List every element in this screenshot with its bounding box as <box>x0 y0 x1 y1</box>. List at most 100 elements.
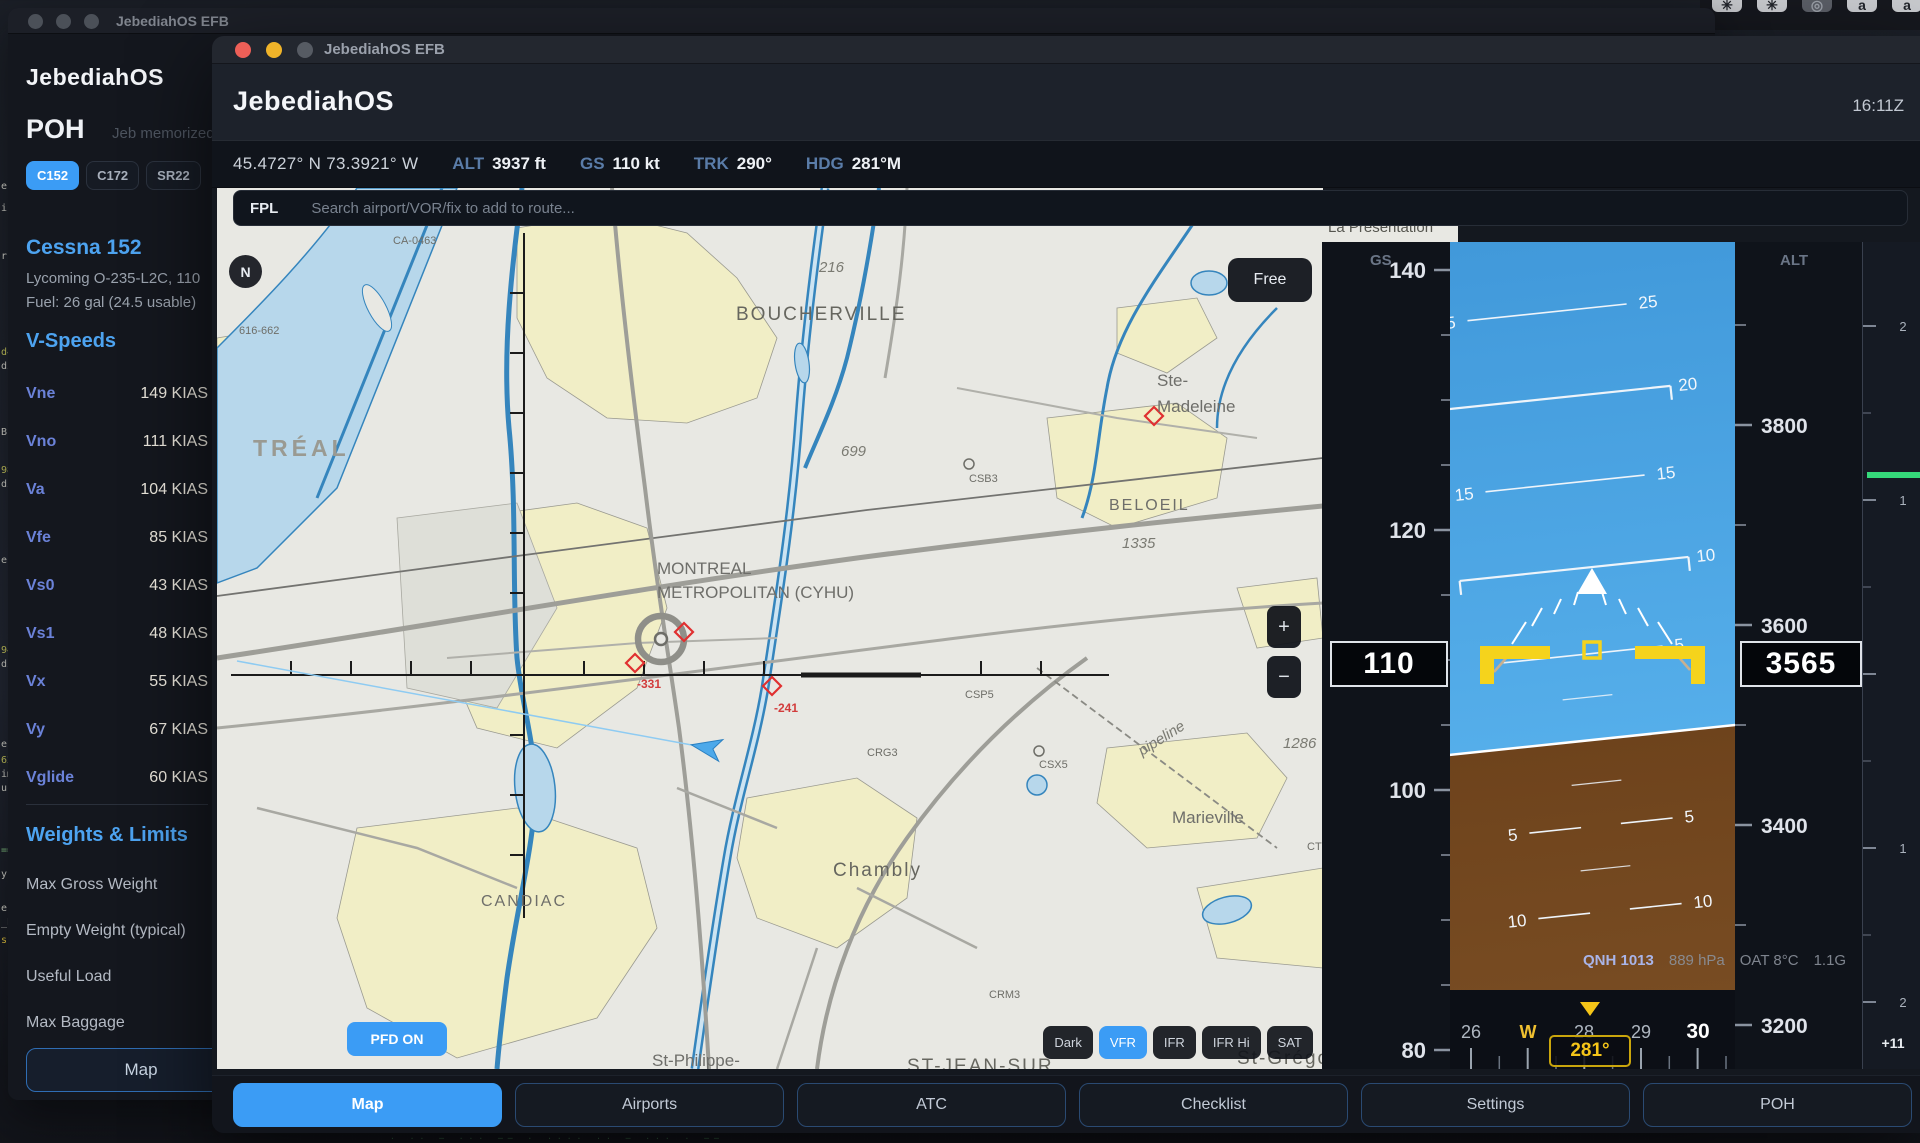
map-style-dark[interactable]: Dark <box>1043 1026 1092 1059</box>
svg-text:15: 15 <box>1454 484 1475 505</box>
maximize-icon[interactable] <box>297 42 313 58</box>
flight-status-bar: 45.4727° N 73.3921° W ALT3937 ft GS110 k… <box>212 140 1920 188</box>
vspeed-label: Vno <box>26 433 56 451</box>
free-mode-button[interactable]: Free <box>1228 258 1312 302</box>
maximize-icon[interactable] <box>84 14 99 29</box>
trk-label: TRK <box>694 154 729 174</box>
svg-text:2: 2 <box>1899 319 1906 334</box>
gs-value: 110 kt <box>613 154 660 174</box>
sidebar-map-button[interactable]: Map <box>26 1048 212 1092</box>
aircraft-tab-c172[interactable]: C172 <box>86 161 139 190</box>
vspeed-row: Va104 KIAS <box>26 466 208 514</box>
amazon-icon[interactable]: a <box>1892 0 1920 12</box>
map-style-ifr[interactable]: IFR <box>1153 1026 1196 1059</box>
pfd-toggle-button[interactable]: PFD ON <box>347 1022 447 1056</box>
vspeed-label: Vs0 <box>26 577 54 595</box>
aircraft-name: Cessna 152 <box>26 236 142 260</box>
trk-value: 290° <box>737 154 772 174</box>
app-title: JebediahOS <box>26 64 164 91</box>
map-label: CA-0463 <box>393 235 436 247</box>
weights-title: Weights & Limits <box>26 824 188 847</box>
map-label: Madeleine <box>1157 397 1235 416</box>
vspeed-value: 43 KIAS <box>149 577 208 595</box>
vspeed-label: Vfe <box>26 529 51 547</box>
svg-text:25: 25 <box>1638 292 1659 313</box>
coordinates: 45.4727° N 73.3921° W <box>233 154 418 174</box>
svg-text:5: 5 <box>1507 825 1518 845</box>
map-label: Chambly <box>833 860 922 881</box>
svg-text:30: 30 <box>1686 1020 1709 1043</box>
map-label: Marieville <box>1172 808 1244 827</box>
svg-text:20: 20 <box>1677 374 1698 395</box>
minimize-icon[interactable] <box>56 14 71 29</box>
poh-subtitle: Jeb memorized <box>112 125 212 142</box>
tab-checklist[interactable]: Checklist <box>1079 1083 1348 1127</box>
page-title: JebediahOS <box>233 86 394 117</box>
openai-icon[interactable]: ✳ <box>1757 0 1787 12</box>
map-label: 699 <box>841 443 867 460</box>
zoom-in-button[interactable]: + <box>1267 606 1301 648</box>
close-icon[interactable] <box>235 42 251 58</box>
window-titlebar[interactable]: JebediahOS EFB <box>212 36 1920 64</box>
aircraft-selector: C152C172SR22 <box>26 161 212 190</box>
map-strip: La Présentation <box>1322 226 1458 242</box>
aircraft-tab-sr22[interactable]: SR22 <box>146 161 201 190</box>
map-label: BOUCHERVILLE <box>736 304 906 325</box>
svg-text:10: 10 <box>1695 545 1716 566</box>
vspeeds-title: V-Speeds <box>26 330 116 353</box>
tab-map[interactable]: Map <box>233 1083 502 1127</box>
map-style-vfr[interactable]: VFR <box>1099 1026 1147 1059</box>
map-label: La Présentation <box>1328 226 1433 236</box>
vspeed-row: Vfe85 KIAS <box>26 514 208 562</box>
map-style-ifr-hi[interactable]: IFR Hi <box>1202 1026 1261 1059</box>
north-compass-button[interactable]: N <box>229 255 262 288</box>
map-label: 216 <box>818 259 845 276</box>
vspeeds-table: Vne149 KIASVno111 KIASVa104 KIASVfe85 KI… <box>26 370 208 802</box>
zoom-out-button[interactable]: − <box>1267 656 1301 698</box>
route-search-input[interactable]: Search airport/VOR/fix to add to route..… <box>311 200 574 217</box>
map-label: -241 <box>774 701 798 715</box>
map-label: CSB3 <box>969 473 998 485</box>
close-icon[interactable] <box>28 14 43 29</box>
map-label: 616-662 <box>239 325 279 337</box>
tab-settings[interactable]: Settings <box>1361 1083 1630 1127</box>
fpl-search-bar[interactable]: FPL Search airport/VOR/fix to add to rou… <box>233 190 1908 226</box>
map-label: MONTREAL <box>657 559 751 578</box>
minimize-icon[interactable] <box>266 42 282 58</box>
app-header: JebediahOS 16:11Z <box>212 64 1920 140</box>
aircraft-tab-c152[interactable]: C152 <box>26 161 79 190</box>
svg-text:+11: +11 <box>1882 1035 1905 1051</box>
app-icon[interactable]: ◎ <box>1802 0 1832 12</box>
tab-atc[interactable]: ATC <box>797 1083 1066 1127</box>
map-label: 1335 <box>1122 535 1156 552</box>
tab-airports[interactable]: Airports <box>515 1083 784 1127</box>
svg-text:26: 26 <box>1461 1022 1481 1042</box>
background-window-titlebar[interactable]: JebediahOS EFB <box>8 8 1715 34</box>
window-title: JebediahOS EFB <box>324 41 445 58</box>
map-style-sat[interactable]: SAT <box>1267 1026 1313 1059</box>
map-label: BELOEIL <box>1109 497 1190 514</box>
openai-icon[interactable]: ✳ <box>1712 0 1742 12</box>
map-label: CSP5 <box>965 689 994 701</box>
vsi-tape: 2112+11 <box>1862 242 1920 1069</box>
svg-text:5: 5 <box>1684 807 1695 827</box>
amazon-icon[interactable]: a <box>1847 0 1877 12</box>
terminal-fragment: e <box>1 182 7 192</box>
terminal-fragment: s <box>1 936 7 946</box>
divider <box>26 804 208 805</box>
terminal-fragment: i <box>1 204 7 214</box>
map-label: CANDIAC <box>481 893 567 910</box>
vspeed-row: Vne149 KIAS <box>26 370 208 418</box>
map-label: -331 <box>637 677 661 691</box>
svg-text:3200: 3200 <box>1761 1015 1808 1038</box>
vspeed-row: Vno111 KIAS <box>26 418 208 466</box>
svg-text:10: 10 <box>1693 891 1714 912</box>
weight-row: Max Baggage <box>26 1000 208 1046</box>
map-label: CRG3 <box>867 747 898 759</box>
oat: OAT 8°C <box>1740 952 1799 969</box>
vspeed-value: 104 KIAS <box>140 481 208 499</box>
efb-window[interactable]: JebediahOS EFB JebediahOS 16:11Z 45.4727… <box>212 36 1920 1133</box>
tab-poh[interactable]: POH <box>1643 1083 1912 1127</box>
vspeed-label: Vs1 <box>26 625 54 643</box>
moving-map[interactable]: VarennesBOUCHERVILLESur-RichelieuSte-Mad… <box>217 188 1323 1069</box>
